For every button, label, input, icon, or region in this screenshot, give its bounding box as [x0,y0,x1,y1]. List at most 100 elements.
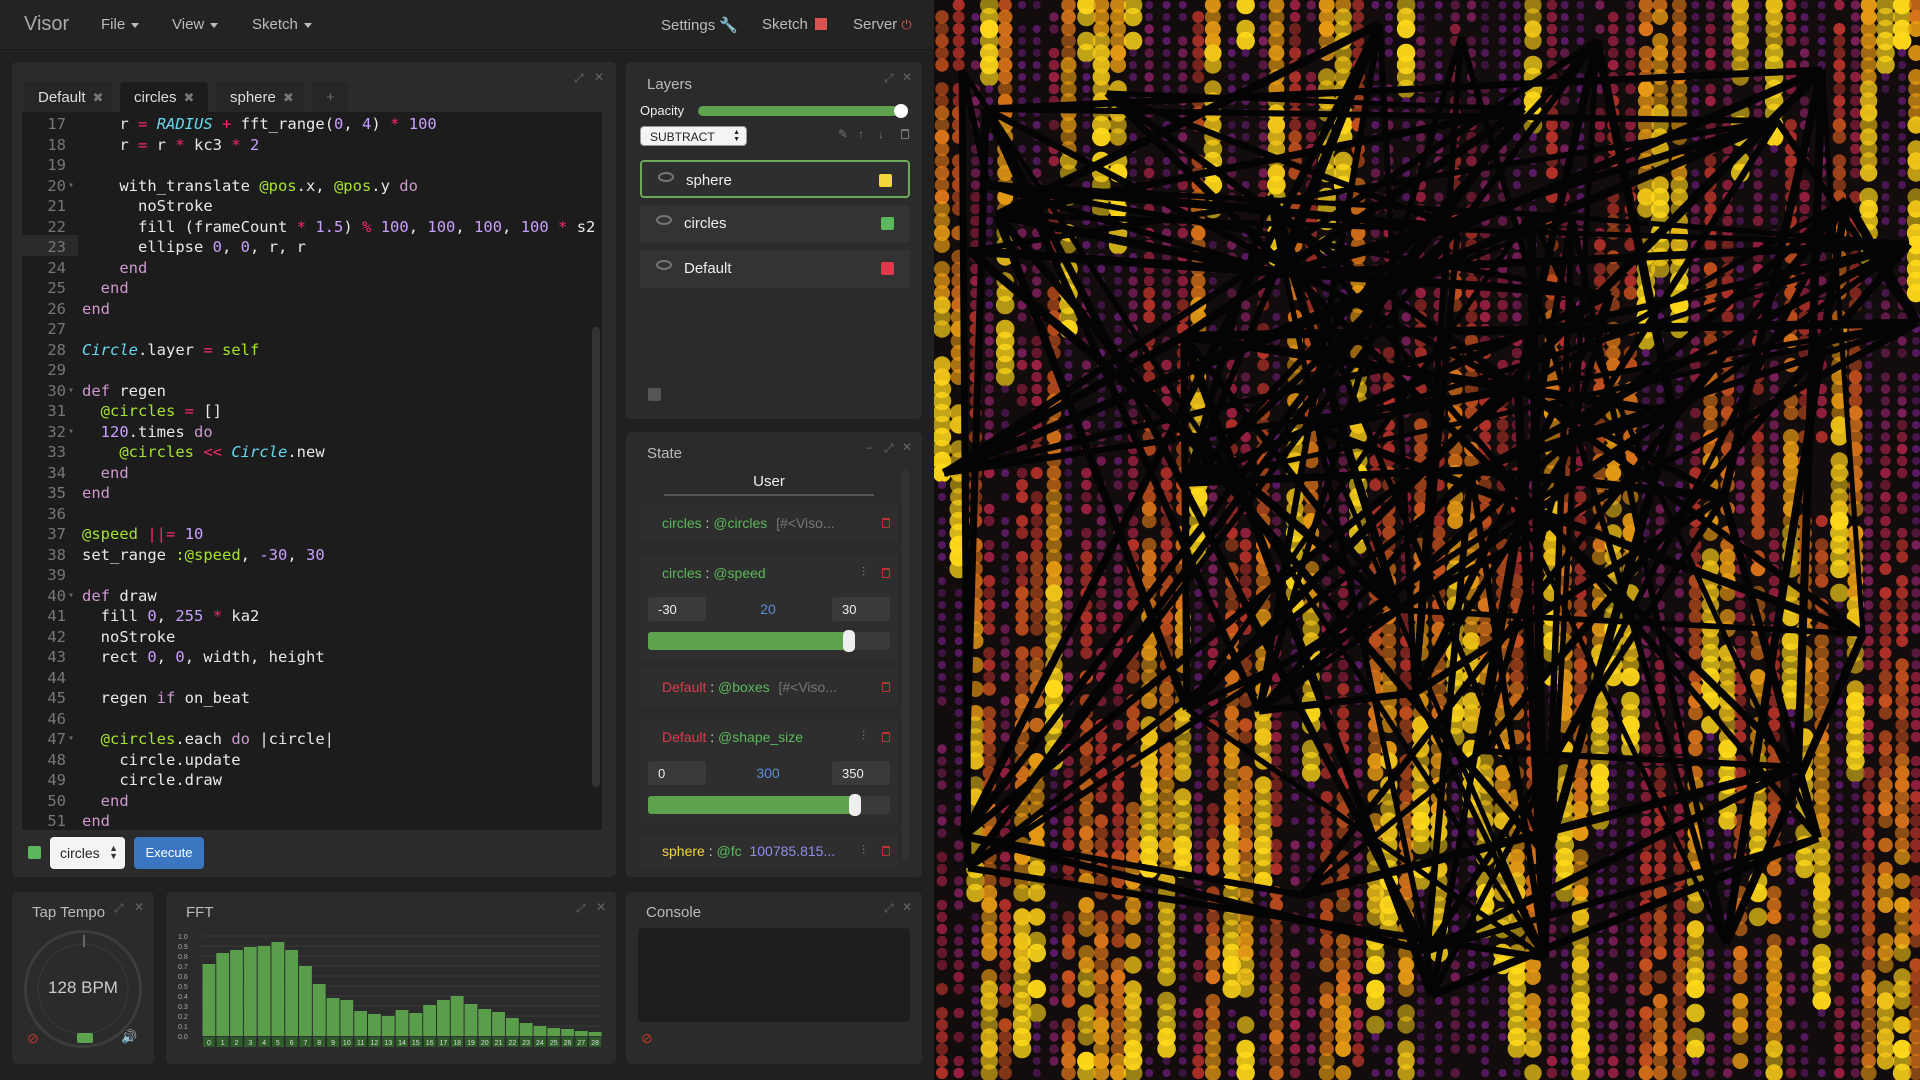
code-editor[interactable]: 17 r = RADIUS + fft_range(0, 4) * 100 18 … [22,112,602,830]
dot [1705,0,1716,10]
sketch-status[interactable]: Sketch [762,16,828,33]
server-status[interactable]: Server ⏻ [853,16,912,33]
eye-icon[interactable] [658,172,674,182]
trash-icon[interactable] [882,518,890,528]
dot [983,611,996,623]
fold-icon[interactable]: ▾ [68,586,74,607]
close-icon[interactable]: ✖ [184,90,195,105]
maximize-icon[interactable]: ⤢ [884,441,894,456]
dot [1734,719,1747,731]
arrow-down-icon[interactable]: ↓ [878,127,884,141]
close-icon[interactable]: ✕ [902,440,912,454]
opacity-slider-knob[interactable] [894,104,908,118]
reset-icon[interactable]: ⊘ [27,1030,39,1047]
execute-button[interactable]: Execute [134,837,204,869]
menu-view[interactable]: View [172,16,219,33]
sliders-icon[interactable]: ⫶ [862,843,865,858]
dot [983,515,995,527]
dot [1498,25,1507,33]
dot [1609,865,1618,873]
console-output[interactable] [638,928,910,1022]
dot [1178,48,1188,58]
dot [999,851,1011,863]
dot [971,961,980,969]
dot [1097,241,1106,249]
trash-icon[interactable] [882,846,890,856]
add-tab-button[interactable]: + [312,82,348,112]
dot [1512,312,1522,322]
fold-icon[interactable]: ▾ [68,422,74,443]
clear-console-icon[interactable]: ⊘ [641,1030,653,1047]
layer-item-circles[interactable]: circles [640,205,910,243]
maximize-icon[interactable]: ⤢ [884,901,894,916]
range-min-input[interactable]: -30 [648,597,706,621]
trash-icon[interactable] [882,568,890,578]
close-icon[interactable]: ✕ [594,70,604,84]
menu-sketch[interactable]: Sketch [252,16,312,33]
dot [1653,922,1667,936]
trash-icon[interactable] [901,129,909,139]
dot [1111,934,1125,948]
dot [1162,169,1171,177]
maximize-icon[interactable]: ⤢ [574,71,584,86]
dot [1512,1,1521,9]
state-scrollbar[interactable] [902,470,909,860]
fold-icon[interactable]: ▾ [68,381,74,402]
close-icon[interactable]: ✕ [902,70,912,84]
dot [1861,958,1876,972]
close-icon[interactable]: ✖ [93,90,104,105]
dot [1236,31,1255,51]
dot [1800,1033,1809,1041]
dot [1748,907,1768,927]
layer-item-default[interactable]: Default [640,250,910,288]
dot [1850,24,1861,34]
range-max-input[interactable]: 30 [832,597,890,621]
slider-knob[interactable] [849,794,862,816]
blend-mode-select[interactable]: SUBTRACT ▲ ▼ [640,126,747,146]
close-icon[interactable]: ✕ [902,900,912,914]
trash-icon[interactable] [882,732,890,742]
dot [1307,853,1316,861]
sketch-canvas[interactable] [934,0,1920,1080]
dot [1835,757,1844,765]
speaker-icon[interactable]: 🔊 [121,1029,137,1045]
sliders-icon[interactable]: ⫶ [862,729,865,744]
dot [983,671,996,683]
tab-user[interactable]: User [664,473,874,496]
menu-file[interactable]: File [101,16,140,33]
add-layer-icon[interactable] [648,388,661,401]
trash-icon[interactable] [882,682,890,692]
sliders-icon[interactable]: ⫶ [862,565,865,580]
eye-icon[interactable] [656,260,672,270]
settings-menu[interactable]: Settings 🔧 [661,16,738,34]
close-icon[interactable]: ✕ [596,900,606,914]
pencil-icon[interactable]: ✎ [838,127,848,141]
opacity-slider[interactable] [698,104,908,118]
tab-sphere[interactable]: sphere ✖ [216,82,304,112]
settings-label: Settings [661,17,716,34]
layer-select[interactable]: circles ▲ ▼ [50,837,125,869]
arrow-up-icon[interactable]: ↑ [858,127,864,141]
dot [1723,1009,1732,1017]
range-max-input[interactable]: 350 [832,761,890,785]
dot [1769,444,1779,454]
tab-circles[interactable]: circles ✖ [120,82,208,112]
maximize-icon[interactable]: ⤢ [884,71,894,86]
maximize-icon[interactable]: ⤢ [576,901,586,916]
editor-scrollbar[interactable] [592,327,600,787]
eye-icon[interactable] [656,215,672,225]
fold-icon[interactable]: ▾ [68,176,74,197]
layer-item-sphere[interactable]: sphere [640,160,910,198]
speed-slider[interactable] [648,630,890,652]
chevron-down-icon[interactable]: – [866,440,873,454]
maximize-icon[interactable]: ⤢ [114,901,124,916]
shape-size-slider[interactable] [648,794,890,816]
range-min-input[interactable]: 0 [648,761,706,785]
slider-knob[interactable] [842,630,855,652]
tab-default[interactable]: Default ✖ [24,82,112,112]
dot [1241,133,1250,141]
close-icon[interactable]: ✖ [283,90,294,105]
close-icon[interactable]: ✕ [134,900,144,914]
dot [1289,971,1301,983]
fold-icon[interactable]: ▾ [68,729,74,750]
